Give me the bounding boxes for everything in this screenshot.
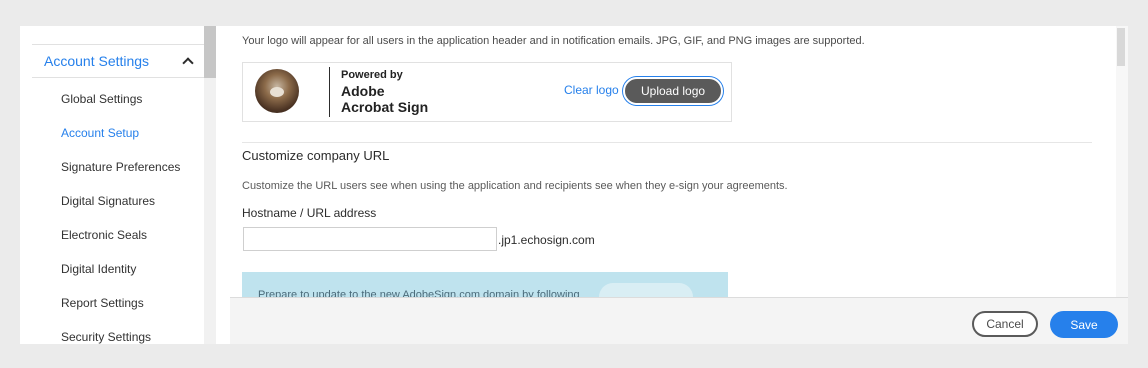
sidebar-scrollbar-thumb[interactable] — [204, 26, 216, 78]
settings-window: Account Settings Global Settings Account… — [20, 26, 1128, 344]
chevron-up-icon[interactable] — [182, 57, 194, 69]
footer-bar: Cancel Save — [230, 297, 1128, 344]
sidebar-item-security-settings[interactable]: Security Settings — [61, 320, 180, 344]
sidebar-item-electronic-seals[interactable]: Electronic Seals — [61, 218, 180, 252]
sidebar-item-signature-preferences[interactable]: Signature Preferences — [61, 150, 180, 184]
hostname-label: Hostname / URL address — [242, 206, 377, 220]
sidebar-scrollbar[interactable] — [204, 26, 216, 344]
account-settings-header[interactable]: Account Settings — [32, 44, 204, 78]
powered-by-label: Powered by — [341, 69, 403, 81]
upload-logo-button[interactable]: Upload logo — [623, 77, 724, 105]
hostname-suffix: .jp1.echosign.com — [498, 233, 595, 247]
customize-url-description: Customize the URL users see when using t… — [242, 180, 788, 192]
save-button[interactable]: Save — [1050, 311, 1118, 338]
brand-line-2: Acrobat Sign — [341, 99, 429, 115]
account-settings-title: Account Settings — [44, 53, 150, 69]
sidebar-item-account-setup[interactable]: Account Setup — [61, 116, 180, 150]
section-divider — [242, 142, 1092, 143]
hostname-input[interactable] — [243, 227, 497, 251]
brand-name: Adobe Acrobat Sign — [341, 83, 461, 115]
logo-box: Powered by Adobe Acrobat Sign Clear logo… — [242, 62, 732, 122]
sidebar-item-report-settings[interactable]: Report Settings — [61, 286, 180, 320]
main-scrollbar-thumb[interactable] — [1117, 28, 1125, 66]
sidebar-item-global-settings[interactable]: Global Settings — [61, 82, 180, 116]
clear-logo-link[interactable]: Clear logo — [564, 83, 619, 97]
logo-description: Your logo will appear for all users in t… — [242, 35, 865, 47]
sidebar: Account Settings Global Settings Account… — [32, 26, 204, 344]
brand-line-1: Adobe — [341, 83, 385, 99]
cancel-button[interactable]: Cancel — [972, 311, 1038, 337]
company-logo-image — [255, 69, 299, 113]
sidebar-nav: Global Settings Account Setup Signature … — [61, 82, 180, 344]
brand-divider — [329, 67, 330, 117]
customize-url-title: Customize company URL — [242, 148, 390, 163]
sidebar-item-digital-identity[interactable]: Digital Identity — [61, 252, 180, 286]
sidebar-item-digital-signatures[interactable]: Digital Signatures — [61, 184, 180, 218]
